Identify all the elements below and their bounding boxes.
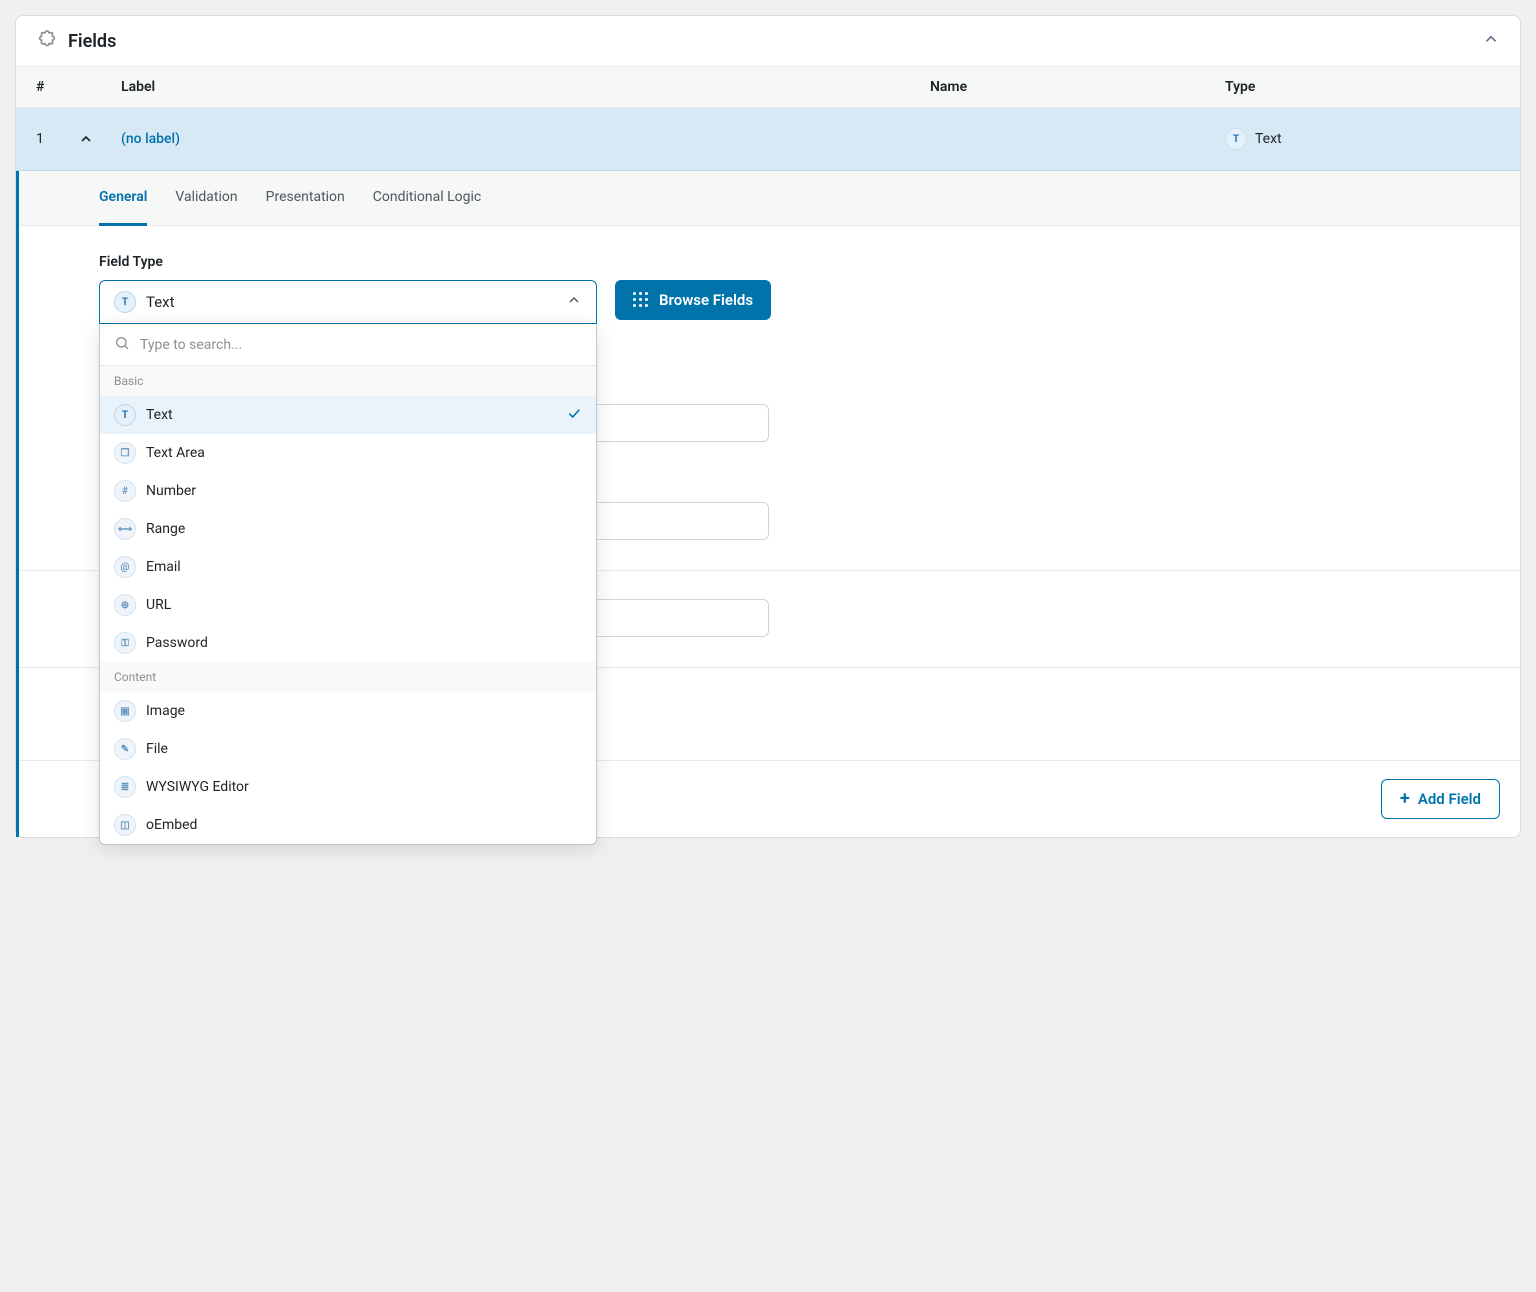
chevron-up-icon (1482, 30, 1500, 48)
collapse-panel-button[interactable] (1482, 30, 1500, 52)
browse-fields-label: Browse Fields (659, 291, 753, 309)
dropdown-option-file[interactable]: ✎ File (100, 730, 596, 768)
field-type-icon: ✎ (114, 738, 136, 760)
dropdown-option-label: WYSIWYG Editor (146, 779, 582, 795)
field-editor: General Validation Presentation Conditio… (16, 171, 1520, 837)
col-label-header: Label (91, 79, 930, 95)
dropdown-search-input[interactable] (140, 337, 582, 353)
tab-presentation[interactable]: Presentation (266, 171, 345, 225)
grid-icon (633, 292, 649, 308)
form-body: Field Type T Text (19, 226, 1520, 760)
table-header: # Label Name Type (16, 67, 1520, 108)
col-name-header: Name (930, 79, 1225, 95)
field-type-select-wrapper: T Text (99, 280, 597, 324)
add-field-label: Add Field (1418, 790, 1481, 808)
dropdown-option-wysiwyg-editor[interactable]: ≣ WYSIWYG Editor (100, 768, 596, 806)
editor-tabs: General Validation Presentation Conditio… (19, 171, 1520, 226)
field-type-icon: @ (114, 556, 136, 578)
field-type-icon: # (114, 480, 136, 502)
dropdown-option-label: Text (146, 407, 556, 423)
field-type-icon: ❐ (114, 442, 136, 464)
dropdown-option-number[interactable]: # Number (100, 472, 596, 510)
dropdown-option-label: URL (146, 597, 582, 613)
puzzle-icon (36, 30, 58, 52)
dropdown-option-label: File (146, 741, 582, 757)
dropdown-group-header: Basic (100, 366, 596, 396)
chevron-up-icon (566, 292, 582, 312)
field-type-label: Field Type (99, 254, 1440, 270)
panel-title: Fields (68, 31, 1482, 52)
dropdown-option-url[interactable]: ⊕ URL (100, 586, 596, 624)
field-row-toggle[interactable] (66, 131, 106, 147)
field-row[interactable]: 1 (no label) T Text (16, 108, 1520, 171)
check-icon (566, 405, 582, 425)
panel-header: Fields (16, 16, 1520, 67)
dropdown-option-text-area[interactable]: ❐ Text Area (100, 434, 596, 472)
field-type-dropdown: Basic T Text ❐ Text Area # Number ⟷ Range @ Email ⊕… (99, 325, 597, 845)
field-type-select[interactable]: T Text (99, 280, 597, 324)
field-type-icon: ⊕ (114, 594, 136, 616)
dropdown-option-label: Image (146, 703, 582, 719)
dropdown-list[interactable]: Basic T Text ❐ Text Area # Number ⟷ Range @ Email ⊕… (100, 366, 596, 844)
tab-general[interactable]: General (99, 171, 147, 226)
chevron-up-icon (78, 131, 94, 147)
tab-validation[interactable]: Validation (175, 171, 237, 225)
dropdown-option-label: Text Area (146, 445, 582, 461)
search-icon (114, 335, 130, 355)
dropdown-option-oembed[interactable]: ◫ oEmbed (100, 806, 596, 844)
field-type-selected-label: Text (146, 293, 556, 311)
tab-conditional-logic[interactable]: Conditional Logic (373, 171, 481, 225)
col-number-header: # (36, 79, 91, 95)
field-type-icon: T (114, 404, 136, 426)
dropdown-option-image[interactable]: ▣ Image (100, 692, 596, 730)
field-type-icon: ▣ (114, 700, 136, 722)
field-row-number: 1 (36, 131, 66, 147)
field-row-type-label: Text (1255, 131, 1282, 147)
field-type-icon: ◫ (114, 814, 136, 836)
field-row-label[interactable]: (no label) (106, 131, 930, 147)
dropdown-option-label: Number (146, 483, 582, 499)
dropdown-option-label: Password (146, 635, 582, 651)
dropdown-option-range[interactable]: ⟷ Range (100, 510, 596, 548)
text-type-icon: T (1225, 128, 1247, 150)
col-type-header: Type (1225, 79, 1500, 95)
fields-panel: Fields # Label Name Type 1 (no label) T … (15, 15, 1521, 838)
add-field-button[interactable]: + Add Field (1381, 779, 1500, 819)
plus-icon: + (1400, 790, 1410, 808)
text-type-icon: T (114, 291, 136, 313)
field-type-icon: ≣ (114, 776, 136, 798)
dropdown-search-row (100, 325, 596, 366)
dropdown-option-label: oEmbed (146, 817, 582, 833)
dropdown-option-label: Range (146, 521, 582, 537)
field-type-icon: ⟷ (114, 518, 136, 540)
field-type-icon: ⚿ (114, 632, 136, 654)
dropdown-group-header: Content (100, 662, 596, 692)
field-row-type: T Text (1225, 128, 1500, 150)
field-type-group: Field Type T Text (99, 254, 1440, 324)
dropdown-option-text[interactable]: T Text (100, 396, 596, 434)
dropdown-option-label: Email (146, 559, 582, 575)
browse-fields-button[interactable]: Browse Fields (615, 280, 771, 320)
dropdown-option-email[interactable]: @ Email (100, 548, 596, 586)
dropdown-option-password[interactable]: ⚿ Password (100, 624, 596, 662)
